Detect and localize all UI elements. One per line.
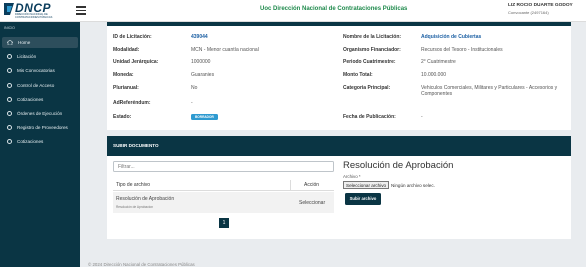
categoria-label: Categoria Principal:	[343, 85, 391, 91]
row-subtitle: Resolución de Aprobacion	[116, 205, 154, 209]
periodo-value: 2° Cuatrimestre	[421, 59, 456, 65]
circle-icon	[7, 125, 12, 130]
sidebar-item-cotizaciones-2[interactable]: Cotizaciones	[2, 136, 78, 147]
sidebar-item-label: Mis Convocatorias	[17, 68, 55, 73]
periodo-label: Periodo Cuatrimestre:	[343, 59, 396, 65]
sidebar-item-cotizaciones[interactable]: Cotizaciones	[2, 94, 78, 105]
upload-card-title: SUBIR DOCUMENTO	[113, 143, 159, 148]
col-tipo-archivo: Tipo de archivo	[116, 182, 150, 188]
publicacion-value: -	[421, 114, 423, 120]
circle-icon	[7, 54, 12, 59]
sidebar-item-label: Home	[18, 40, 31, 45]
upload-panel-title: Resolución de Aprobación	[343, 160, 454, 171]
no-file-text: Ningún archivo selec.	[391, 183, 435, 188]
logo-mark-icon	[4, 3, 14, 15]
plurianual-value: No	[191, 85, 198, 91]
col-accion: Acción	[304, 182, 320, 188]
sidebar-item-licitacion[interactable]: Licitación	[2, 51, 78, 62]
organismo-label: Organismo Financiador:	[343, 47, 401, 53]
adreferendum-value: -	[191, 100, 193, 106]
nombre-label: Nombre de la Licitación:	[343, 34, 402, 40]
id-label: ID de Licitación:	[113, 34, 152, 40]
publicacion-label: Fecha de Publicación:	[343, 114, 396, 120]
user-name: LIZ ROCIO DUARTE GODOY	[508, 3, 573, 8]
footer-text: © 2024 Dirección Nacional de Contratacio…	[88, 262, 195, 267]
column-divider	[290, 180, 291, 191]
sidebar-item-mis-convocatorias[interactable]: Mis Convocatorias	[2, 65, 78, 76]
plurianual-label: Plurianual:	[113, 85, 139, 91]
uoc-title: Uoc Dirección Nacional de Contrataciones…	[260, 6, 408, 12]
sidebar-item-label: Cotizaciones	[17, 97, 44, 102]
user-role: Convocante (2497164)	[508, 10, 549, 15]
sidebar-item-ordenes-ejecucion[interactable]: Órdenes de Ejecución	[2, 108, 78, 119]
estado-badge: BORRADOR	[191, 114, 218, 120]
file-type-table-header: Tipo de archivo Acción	[113, 180, 334, 191]
archivo-label: Archivo *	[343, 174, 361, 179]
modalidad-value: MCN - Menor cuantía nacional	[191, 47, 259, 53]
licitacion-details-card: ID de Licitación: 439044 Nombre de la Li…	[107, 22, 571, 130]
adreferendum-label: AdReferéndum:	[113, 100, 151, 106]
circle-icon	[7, 111, 12, 116]
top-bar: DNCP DIRECCIÓN NACIONAL DE CONTRATACIONE…	[0, 0, 586, 22]
sidebar-header: INICIO	[4, 26, 15, 30]
sidebar-item-label: Registro de Proveedores	[17, 125, 68, 130]
unidad-value: 1000000	[191, 59, 211, 65]
choose-file-button[interactable]: Seleccionar archivo	[343, 181, 390, 189]
pagination-page-1[interactable]: 1	[219, 218, 229, 228]
monto-value: 10.000.000	[421, 72, 447, 78]
hamburger-menu-icon[interactable]	[76, 6, 86, 15]
nombre-value[interactable]: Adquisición de Cubiertas	[421, 34, 481, 40]
moneda-label: Moneda:	[113, 72, 134, 78]
sidebar-item-home[interactable]: Home	[2, 37, 78, 48]
dncp-logo[interactable]: DNCP DIRECCIÓN NACIONAL DE CONTRATACIONE…	[4, 1, 62, 20]
categoria-value-line2: Componentes	[421, 91, 453, 97]
circle-icon	[7, 68, 12, 73]
organismo-value: Recursos del Tesoro - Institucionales	[421, 47, 503, 53]
circle-icon	[7, 139, 12, 144]
sidebar: INICIO Home Licitación Mis Convocatorias…	[0, 22, 80, 267]
unidad-label: Unidad Jerárquica:	[113, 59, 159, 65]
home-icon	[7, 40, 13, 45]
estado-label: Estado:	[113, 114, 132, 120]
sidebar-item-registro-proveedores[interactable]: Registro de Proveedores	[2, 122, 78, 133]
table-row[interactable]: Resolución de Aprobación Resolución de A…	[113, 192, 334, 213]
sidebar-item-label: Cotizaciones	[17, 139, 44, 144]
sidebar-item-label: Licitación	[17, 54, 37, 59]
id-value[interactable]: 439044	[191, 34, 208, 40]
row-title: Resolución de Aprobación	[116, 196, 175, 202]
moneda-value: Guaranies	[191, 72, 215, 78]
upload-card-header: SUBIR DOCUMENTO	[107, 136, 571, 156]
circle-icon	[7, 83, 12, 88]
submit-file-button[interactable]: Subir archivo	[345, 193, 381, 205]
monto-label: Monto Total:	[343, 72, 373, 78]
sidebar-item-label: Control de Acceso	[17, 83, 55, 88]
filter-input[interactable]	[113, 161, 334, 172]
sidebar-item-label: Órdenes de Ejecución	[17, 111, 63, 116]
logo-subtitle: DIRECCIÓN NACIONAL DE CONTRATACIONES PÚB…	[15, 13, 53, 19]
user-menu[interactable]: LIZ ROCIO DUARTE GODOY Convocante (24971…	[508, 3, 573, 15]
select-row-link[interactable]: Seleccionar	[299, 200, 325, 206]
modalidad-label: Modalidad:	[113, 47, 140, 53]
circle-icon	[7, 97, 12, 102]
sidebar-item-control-acceso[interactable]: Control de Acceso	[2, 80, 78, 91]
